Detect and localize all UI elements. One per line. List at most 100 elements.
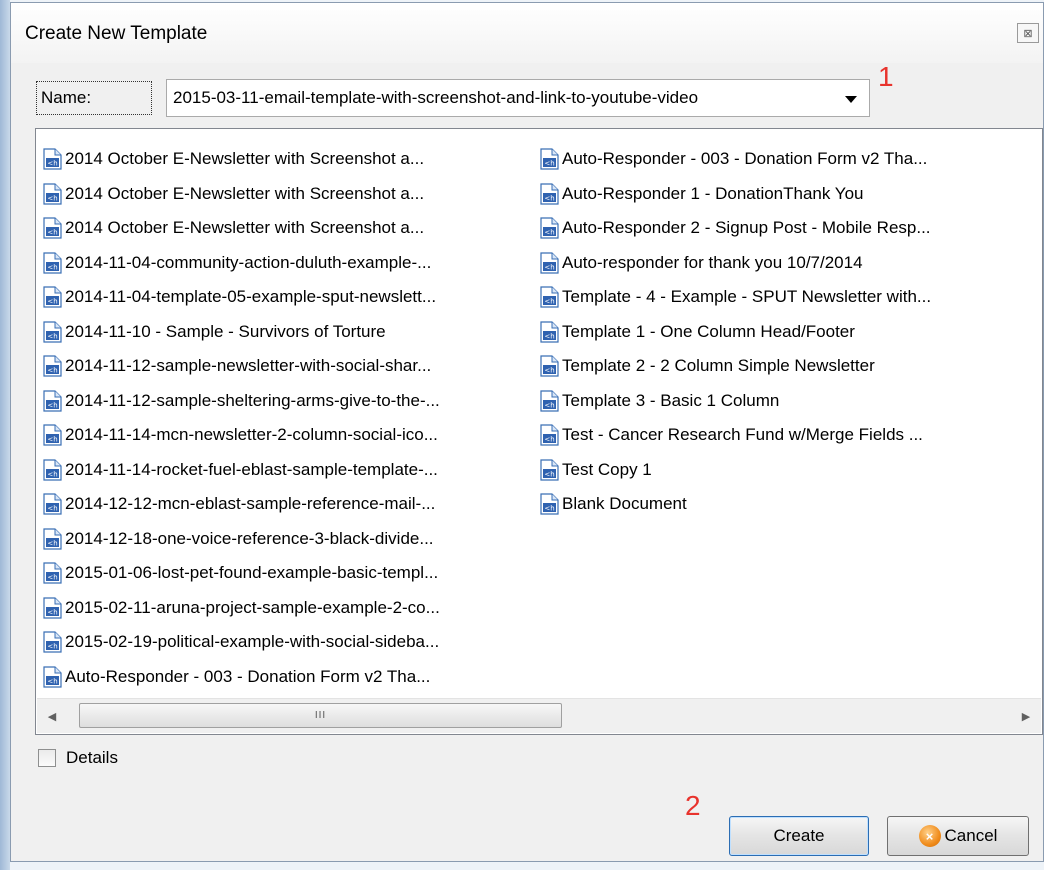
template-list-item[interactable]: <h 2015-01-06-lost-pet-found-example-basi… xyxy=(43,556,543,591)
template-list-item[interactable]: <h 2014 October E-Newsletter with Screens… xyxy=(43,142,543,177)
html-document-icon: <h xyxy=(43,252,62,274)
template-list-item[interactable]: <h Template 2 - 2 Column Simple Newslette… xyxy=(540,349,1040,384)
template-list-item-label: Test Copy 1 xyxy=(562,459,652,479)
svg-text:<h: <h xyxy=(544,332,554,340)
template-list-column-2: <h Auto-Responder - 003 - Donation Form v… xyxy=(540,142,1040,522)
template-list-item[interactable]: <h 2014-11-12-sample-newsletter-with-soci… xyxy=(43,349,543,384)
template-list-item[interactable]: <h 2014 October E-Newsletter with Screens… xyxy=(43,211,543,246)
html-document-icon: <h xyxy=(43,183,62,205)
scrollbar-grip: III xyxy=(314,710,327,721)
svg-text:<h: <h xyxy=(544,470,554,478)
close-icon: ⊠ xyxy=(1023,27,1033,40)
template-list-item[interactable]: <h Template - 4 - Example - SPUT Newslett… xyxy=(540,280,1040,315)
template-list-item-label: 2014 October E-Newsletter with Screensho… xyxy=(65,149,425,169)
template-list-item-label: Auto-responder for thank you 10/7/2014 xyxy=(562,252,863,272)
template-list-item-label: Auto-Responder - 003 - Donation Form v2 … xyxy=(562,149,928,169)
html-document-icon: <h xyxy=(540,148,559,170)
scroll-right-arrow-icon[interactable]: ▶ xyxy=(1011,699,1041,733)
dialog-title: Create New Template xyxy=(25,23,208,44)
template-list-item-label: 2015-01-06-lost-pet-found-example-basic-… xyxy=(65,563,439,583)
template-list-item[interactable]: <h 2014-11-04-community-action-duluth-exa… xyxy=(43,246,543,281)
html-document-icon: <h xyxy=(43,528,62,550)
svg-text:<h: <h xyxy=(544,401,554,409)
html-document-icon: <h xyxy=(43,217,62,239)
template-list-item-label: 2014-11-14-rocket-fuel-eblast-sample-tem… xyxy=(65,459,438,479)
html-document-icon: <h xyxy=(540,217,559,239)
template-list-item-label: Test - Cancer Research Fund w/Merge Fiel… xyxy=(562,425,923,445)
svg-text:<h: <h xyxy=(47,505,57,513)
svg-text:<h: <h xyxy=(47,367,57,375)
template-list-item[interactable]: <h 2014-12-18-one-voice-reference-3-black… xyxy=(43,522,543,557)
horizontal-scrollbar[interactable]: ◀ III ▶ xyxy=(37,698,1041,733)
template-list-item[interactable]: <h 2015-02-19-political-example-with-soci… xyxy=(43,625,543,660)
template-list-item[interactable]: <h Test - Cancer Research Fund w/Merge Fi… xyxy=(540,418,1040,453)
html-document-icon: <h xyxy=(43,286,62,308)
html-document-icon: <h xyxy=(43,631,62,653)
template-list-item[interactable]: <h Auto-Responder 1 - DonationThank You xyxy=(540,177,1040,212)
template-list-item[interactable]: <h Blank Document xyxy=(540,487,1040,522)
html-document-icon: <h xyxy=(43,321,62,343)
template-list-item[interactable]: <h Template 1 - One Column Head/Footer xyxy=(540,315,1040,350)
template-list-item[interactable]: <h 2014 October E-Newsletter with Screens… xyxy=(43,177,543,212)
svg-text:<h: <h xyxy=(47,677,57,685)
svg-text:<h: <h xyxy=(47,470,57,478)
template-list-item[interactable]: <h Auto-Responder - 003 - Donation Form v… xyxy=(540,142,1040,177)
svg-text:<h: <h xyxy=(544,367,554,375)
details-checkbox[interactable] xyxy=(38,749,56,767)
svg-text:<h: <h xyxy=(47,539,57,547)
close-button[interactable]: ⊠ xyxy=(1017,23,1039,43)
template-list-item[interactable]: <h 2014-11-04-template-05-example-sput-ne… xyxy=(43,280,543,315)
create-button[interactable]: Create xyxy=(729,816,869,856)
background-window-edge xyxy=(0,0,10,870)
template-list-item-label: Auto-Responder 2 - Signup Post - Mobile … xyxy=(562,218,931,238)
template-list-item-label: 2014-12-18-one-voice-reference-3-black-d… xyxy=(65,528,434,548)
template-list-item-label: 2014 October E-Newsletter with Screensho… xyxy=(65,183,425,203)
html-document-icon: <h xyxy=(540,183,559,205)
template-list-item[interactable]: <h Auto-responder for thank you 10/7/2014 xyxy=(540,246,1040,281)
template-list-item[interactable]: <h Template 3 - Basic 1 Column xyxy=(540,384,1040,419)
svg-text:<h: <h xyxy=(47,574,57,582)
svg-text:<h: <h xyxy=(544,436,554,444)
html-document-icon: <h xyxy=(43,562,62,584)
template-list-item-label: 2014-12-12-mcn-eblast-sample-reference-m… xyxy=(65,494,436,514)
name-label: Name: xyxy=(36,81,152,115)
svg-text:<h: <h xyxy=(544,229,554,237)
html-document-icon: <h xyxy=(540,355,559,377)
svg-text:<h: <h xyxy=(544,194,554,202)
template-list-item-label: 2015-02-11-aruna-project-sample-example-… xyxy=(65,597,440,617)
template-list-item[interactable]: <h Auto-Responder 2 - Signup Post - Mobil… xyxy=(540,211,1040,246)
svg-text:<h: <h xyxy=(544,160,554,168)
template-list-item-label: 2014-11-12-sample-newsletter-with-social… xyxy=(65,356,432,376)
name-combobox-value: 2015-03-11-email-template-with-screensho… xyxy=(173,88,699,107)
svg-text:<h: <h xyxy=(47,298,57,306)
cancel-button[interactable]: × Cancel xyxy=(887,816,1029,856)
template-list-item[interactable]: <h 2014-11-10 - Sample - Survivors of Tor… xyxy=(43,315,543,350)
scroll-left-arrow-icon[interactable]: ◀ xyxy=(37,699,67,733)
template-list-column-1: <h 2014 October E-Newsletter with Screens… xyxy=(43,142,543,694)
name-combobox[interactable]: 2015-03-11-email-template-with-screensho… xyxy=(166,79,870,117)
scrollbar-thumb[interactable]: III xyxy=(79,703,562,728)
template-list-item-label: 2014-11-04-community-action-duluth-examp… xyxy=(65,252,432,272)
template-list-item-label: Template - 4 - Example - SPUT Newsletter… xyxy=(562,287,932,307)
template-list-item[interactable]: <h Auto-Responder - 003 - Donation Form v… xyxy=(43,660,543,695)
svg-text:<h: <h xyxy=(47,229,57,237)
template-list-item-label: 2014 October E-Newsletter with Screensho… xyxy=(65,218,425,238)
template-list-item-label: 2015-02-19-political-example-with-social… xyxy=(65,632,440,652)
svg-text:<h: <h xyxy=(47,194,57,202)
template-list-item-label: 2014-11-10 - Sample - Survivors of Tortu… xyxy=(65,321,386,341)
dropdown-arrow-icon[interactable] xyxy=(845,96,857,103)
html-document-icon: <h xyxy=(43,355,62,377)
template-list-item-label: 2014-11-12-sample-sheltering-arms-give-t… xyxy=(65,390,440,410)
template-list-item-label: Auto-Responder 1 - DonationThank You xyxy=(562,183,864,203)
template-list-item[interactable]: <h 2015-02-11-aruna-project-sample-exampl… xyxy=(43,591,543,626)
template-list-item[interactable]: <h 2014-11-12-sample-sheltering-arms-give… xyxy=(43,384,543,419)
html-document-icon: <h xyxy=(43,148,62,170)
template-list-item[interactable]: <h 2014-11-14-rocket-fuel-eblast-sample-t… xyxy=(43,453,543,488)
annotation-marker-1: 1 xyxy=(878,61,894,92)
template-list[interactable]: <h 2014 October E-Newsletter with Screens… xyxy=(35,128,1043,735)
template-list-item[interactable]: <h 2014-11-14-mcn-newsletter-2-column-soc… xyxy=(43,418,543,453)
template-list-item[interactable]: <h 2014-12-12-mcn-eblast-sample-reference… xyxy=(43,487,543,522)
template-list-item[interactable]: <h Test Copy 1 xyxy=(540,453,1040,488)
details-option[interactable]: Details xyxy=(38,748,118,768)
template-list-item-label: Template 2 - 2 Column Simple Newsletter xyxy=(562,356,875,376)
